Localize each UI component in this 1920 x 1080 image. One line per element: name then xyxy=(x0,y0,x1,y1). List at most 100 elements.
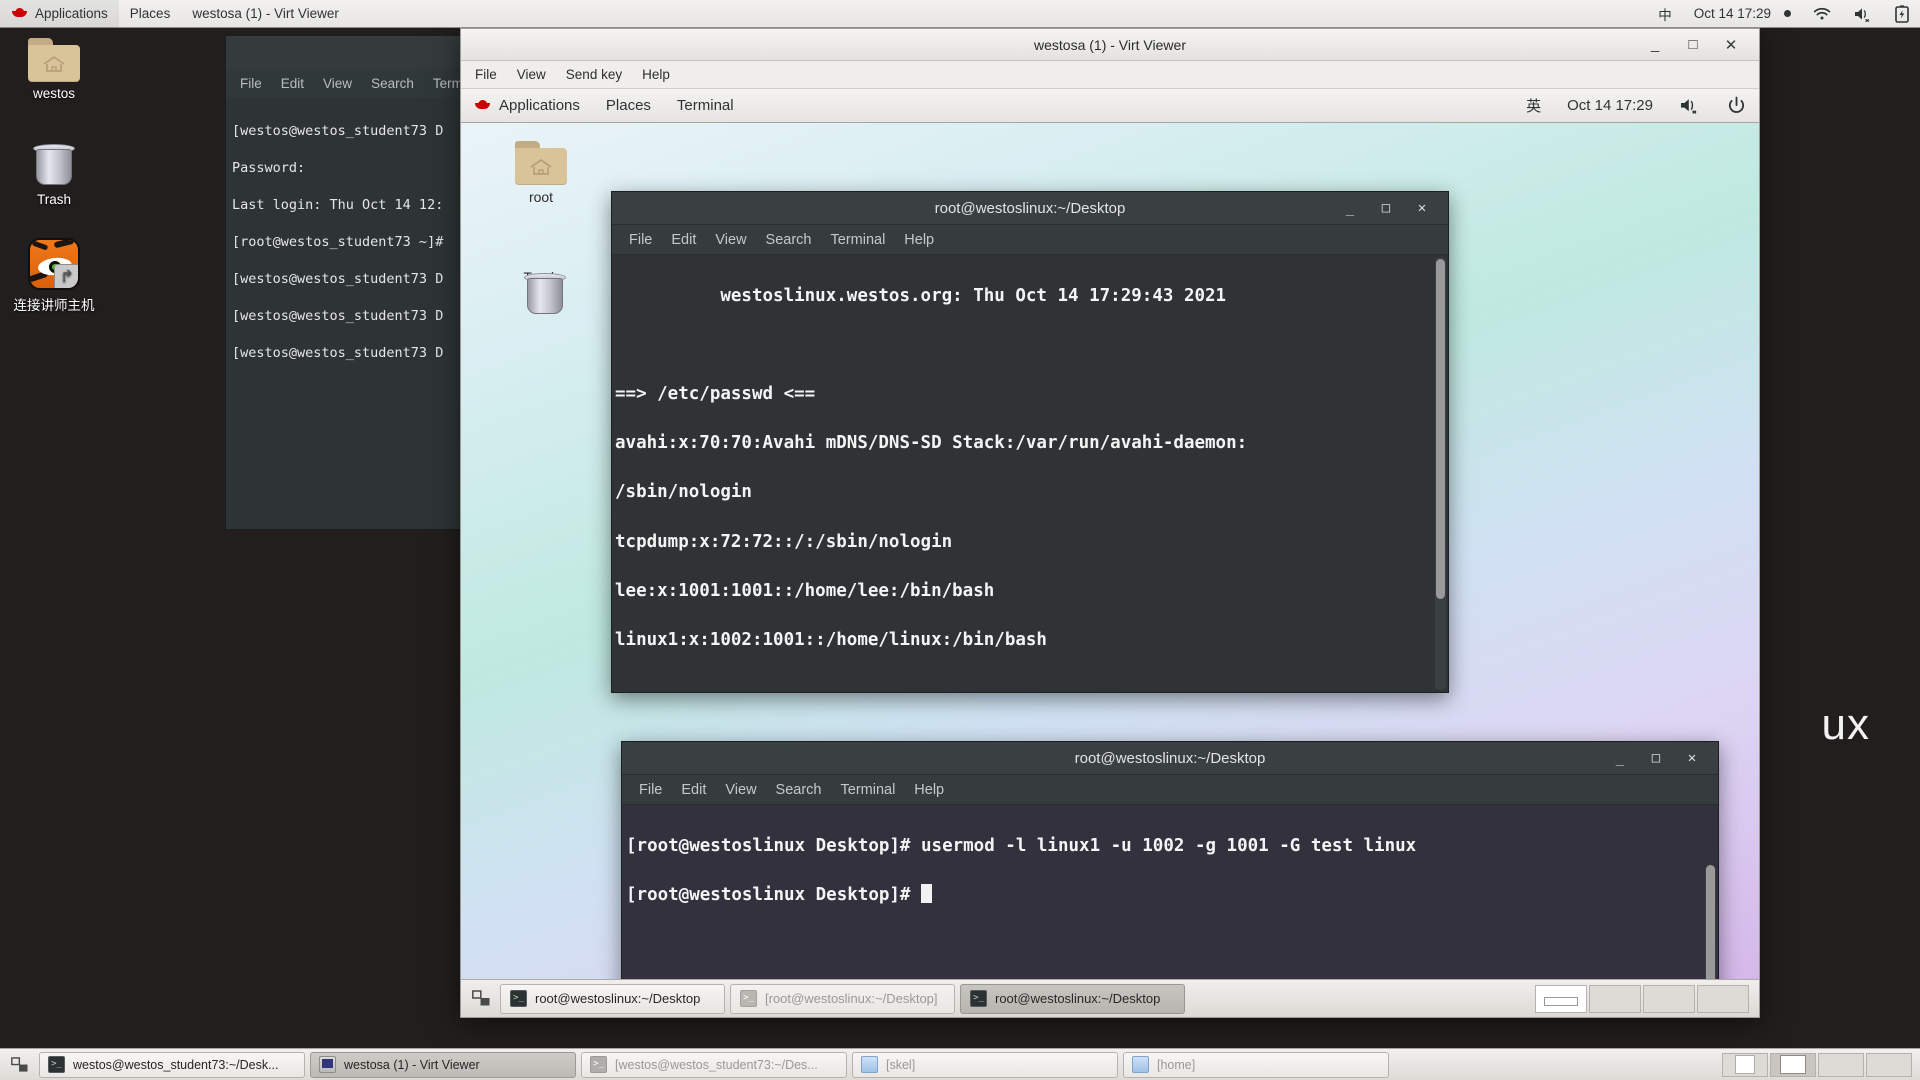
network-indicator[interactable] xyxy=(1802,0,1842,28)
vm-workspace-switcher[interactable] xyxy=(1535,985,1753,1013)
places-menu[interactable]: Places xyxy=(119,0,182,28)
vm-terminal-front-window[interactable]: root@westoslinux:~/Desktop _ □ ✕ File Ed… xyxy=(621,741,1719,1017)
trash-icon xyxy=(32,140,76,188)
menu-search[interactable]: Search xyxy=(776,782,822,798)
outer-panel-tray: 中 Oct 14 17:29 xyxy=(1647,0,1920,28)
clock[interactable]: Oct 14 17:29 xyxy=(1683,0,1802,28)
menu-view[interactable]: View xyxy=(715,232,746,248)
menu-view[interactable]: View xyxy=(517,67,546,82)
input-method-indicator[interactable]: 中 xyxy=(1647,0,1683,28)
virt-viewer-window[interactable]: westosa (1) - Virt Viewer _ □ ✕ File Vie… xyxy=(460,28,1760,1018)
menu-send-key[interactable]: Send key xyxy=(566,67,622,82)
minimize-button[interactable]: _ xyxy=(1647,36,1663,53)
desktop-icon-label: westos xyxy=(33,86,75,101)
home-folder-icon xyxy=(515,141,567,185)
menu-edit[interactable]: Edit xyxy=(681,782,706,798)
show-desktop-button[interactable] xyxy=(6,1050,34,1080)
vm-terminal-front-window-controls: _ □ ✕ xyxy=(1614,750,1718,766)
menu-help[interactable]: Help xyxy=(904,232,934,248)
vm-taskbar-item-terminal-3[interactable]: >_ root@westoslinux:~/Desktop xyxy=(960,984,1185,1014)
menu-help[interactable]: Help xyxy=(914,782,944,798)
vm-places-menu[interactable]: Places xyxy=(593,89,664,123)
vm-places-menu-label: Places xyxy=(606,97,651,114)
menu-edit[interactable]: Edit xyxy=(671,232,696,248)
terminal-line: [root@westoslinux Desktop]# usermod -l l… xyxy=(626,834,1718,859)
vm-clock[interactable]: Oct 14 17:29 xyxy=(1554,89,1666,123)
taskbar-item-home[interactable]: [home] xyxy=(1123,1052,1389,1078)
taskbar-item-virt-viewer[interactable]: westosa (1) - Virt Viewer xyxy=(310,1052,576,1078)
speaker-muted-icon xyxy=(1679,97,1701,114)
redhat-logo-icon xyxy=(11,7,28,20)
vm-input-method-indicator[interactable]: 英 xyxy=(1513,89,1554,123)
volume-indicator[interactable] xyxy=(1842,0,1884,28)
terminal-line xyxy=(615,333,1448,358)
desktop-icon-trash[interactable]: Trash xyxy=(2,140,106,207)
menu-file[interactable]: File xyxy=(629,232,652,248)
vm-screen[interactable]: 市场监测 Applications Places Terminal 英 xyxy=(461,89,1759,1017)
active-window-menu[interactable]: westosa (1) - Virt Viewer xyxy=(181,0,350,28)
menu-file[interactable]: File xyxy=(475,67,497,82)
vm-terminal-back-window[interactable]: root@westoslinux:~/Desktop _ □ ✕ File Ed… xyxy=(611,191,1449,693)
workspace-1[interactable] xyxy=(1722,1053,1768,1077)
workspace-2[interactable] xyxy=(1770,1053,1816,1077)
vm-power-button[interactable] xyxy=(1714,89,1759,123)
workspace-3[interactable] xyxy=(1818,1053,1864,1077)
vm-show-desktop-button[interactable] xyxy=(467,984,495,1014)
vm-workspace-2[interactable] xyxy=(1589,985,1641,1013)
vm-workspace-4[interactable] xyxy=(1697,985,1749,1013)
vm-volume-indicator[interactable] xyxy=(1666,89,1714,123)
desktop-icon-westos[interactable]: westos xyxy=(2,38,106,101)
maximize-button[interactable]: □ xyxy=(1685,36,1701,53)
outer-desktop[interactable]: ux Applications Places westosa (1) - Vir… xyxy=(0,0,1920,1080)
power-icon xyxy=(1727,96,1746,115)
minimize-button[interactable]: _ xyxy=(1344,200,1356,216)
taskbar-item-skel[interactable]: [skel] xyxy=(852,1052,1118,1078)
desktop-icon-connect-instructor[interactable]: ↱ 连接讲师主机 xyxy=(0,238,110,314)
menu-terminal[interactable]: Terminal xyxy=(841,782,896,798)
close-button[interactable]: ✕ xyxy=(1723,36,1739,54)
taskbar-item-label: [westos@westos_student73:~/Des... xyxy=(615,1058,818,1072)
menu-file[interactable]: File xyxy=(240,76,262,91)
virt-viewer-titlebar[interactable]: westosa (1) - Virt Viewer _ □ ✕ xyxy=(461,29,1759,61)
vm-desktop-icon-root[interactable]: root xyxy=(493,141,589,205)
workspace-switcher[interactable] xyxy=(1722,1053,1914,1077)
vm-active-window-menu[interactable]: Terminal xyxy=(664,89,747,123)
vm-taskbar-item-terminal-2[interactable]: >_ [root@westoslinux:~/Desktop] xyxy=(730,984,955,1014)
vm-applications-menu[interactable]: Applications xyxy=(461,89,593,123)
terminal-prompt-line: [root@westoslinux Desktop]# xyxy=(626,883,1718,908)
menu-view[interactable]: View xyxy=(323,76,352,91)
battery-indicator[interactable] xyxy=(1884,0,1920,28)
minimize-button[interactable]: _ xyxy=(1614,750,1626,766)
places-menu-label: Places xyxy=(130,6,171,21)
vm-terminal-back-scrollbar[interactable] xyxy=(1435,257,1446,690)
vm-taskbar-item-terminal-1[interactable]: >_ root@westoslinux:~/Desktop xyxy=(500,984,725,1014)
menu-help[interactable]: Help xyxy=(642,67,670,82)
vm-terminal-front-titlebar[interactable]: root@westoslinux:~/Desktop _ □ ✕ xyxy=(622,742,1718,775)
wifi-icon xyxy=(1813,7,1831,21)
terminal-line xyxy=(615,677,1448,692)
vm-terminal-back-output[interactable]: westoslinux.westos.org: Thu Oct 14 17:29… xyxy=(612,255,1448,692)
workspace-4[interactable] xyxy=(1866,1053,1912,1077)
vm-terminal-back-titlebar[interactable]: root@westoslinux:~/Desktop _ □ ✕ xyxy=(612,192,1448,225)
menu-file[interactable]: File xyxy=(639,782,662,798)
terminal-icon: >_ xyxy=(970,990,987,1007)
wallpaper-text: ux xyxy=(1822,700,1870,750)
menu-edit[interactable]: Edit xyxy=(281,76,304,91)
menu-view[interactable]: View xyxy=(725,782,756,798)
maximize-button[interactable]: □ xyxy=(1650,750,1662,766)
vm-taskbar-item-label: [root@westoslinux:~/Desktop] xyxy=(765,991,938,1006)
show-desktop-icon xyxy=(11,1057,29,1073)
vm-workspace-1[interactable] xyxy=(1535,985,1587,1013)
maximize-button[interactable]: □ xyxy=(1380,200,1392,216)
menu-terminal[interactable]: Terminal xyxy=(831,232,886,248)
menu-search[interactable]: Search xyxy=(766,232,812,248)
close-button[interactable]: ✕ xyxy=(1686,750,1698,766)
vm-desktop-icon-trash[interactable]: Trash xyxy=(493,269,589,285)
taskbar-item-westos-terminal-2[interactable]: >_ [westos@westos_student73:~/Des... xyxy=(581,1052,847,1078)
applications-menu[interactable]: Applications xyxy=(0,0,119,28)
taskbar-item-westos-terminal[interactable]: >_ westos@westos_student73:~/Desk... xyxy=(39,1052,305,1078)
vm-workspace-3[interactable] xyxy=(1643,985,1695,1013)
close-button[interactable]: ✕ xyxy=(1416,200,1428,216)
taskbar-item-label: westos@westos_student73:~/Desk... xyxy=(73,1058,279,1072)
menu-search[interactable]: Search xyxy=(371,76,414,91)
